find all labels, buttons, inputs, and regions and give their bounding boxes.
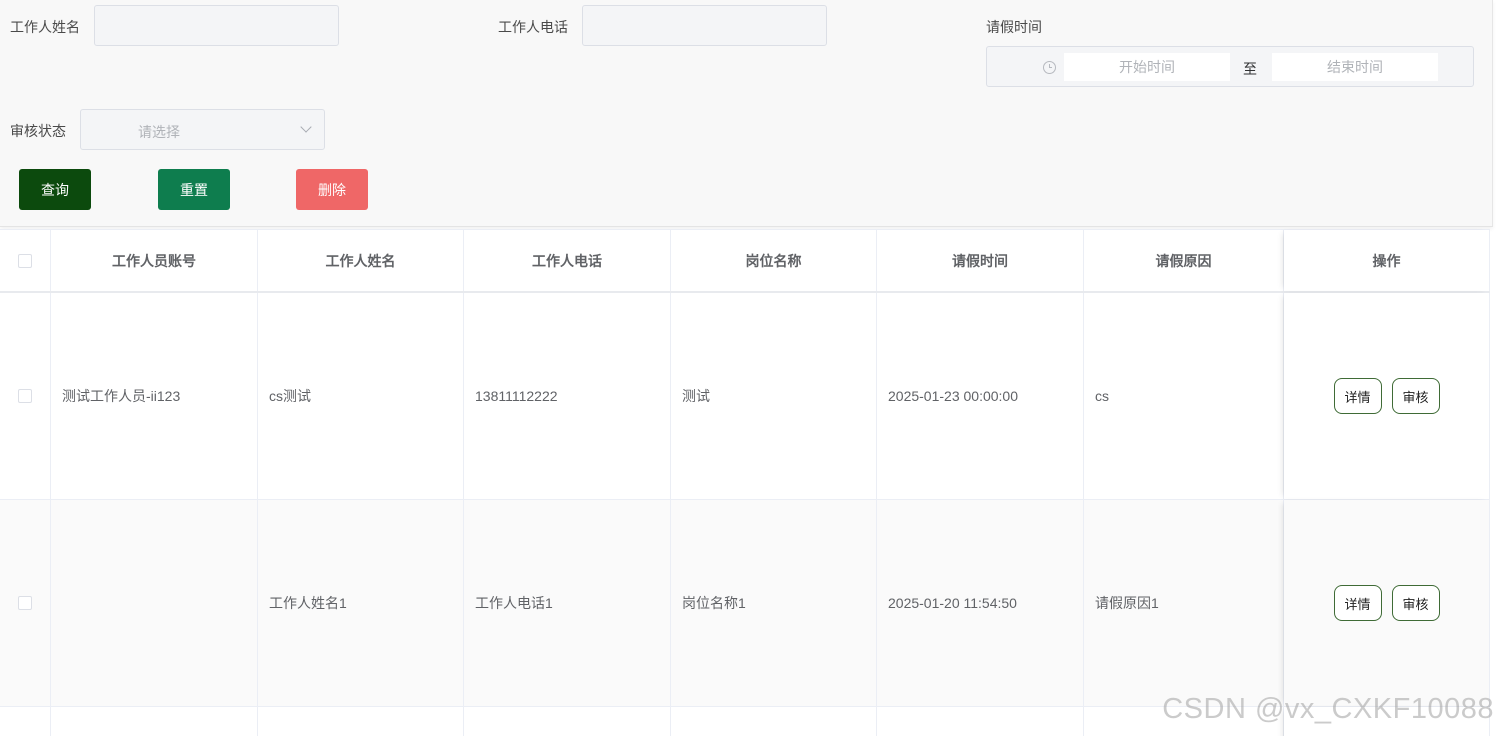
query-button[interactable]: 查询	[19, 169, 91, 210]
table-row: 工作人姓名1 工作人电话1 岗位名称1 2025-01-20 11:54:50 …	[0, 500, 1490, 707]
row-select-cell	[0, 293, 51, 499]
audit-status-label: 审核状态	[10, 123, 66, 139]
header-account: 工作人员账号	[51, 230, 258, 291]
leave-time-range-picker[interactable]: 开始时间 至 结束时间	[986, 46, 1474, 87]
cell-position: 岗位名称1	[671, 500, 877, 706]
reset-button[interactable]: 重置	[158, 169, 230, 210]
range-separator: 至	[1243, 61, 1257, 77]
header-name: 工作人姓名	[258, 230, 464, 291]
header-position: 岗位名称	[671, 230, 877, 291]
cell-position: 测试	[671, 293, 877, 499]
audit-button[interactable]: 审核	[1391, 585, 1440, 621]
search-panel: 工作人姓名 工作人电话 请假时间 开始时间 至 结束时间 审核状态 请选择 查询…	[0, 0, 1493, 227]
header-actions: 操作	[1284, 230, 1490, 291]
cell-phone	[464, 707, 671, 736]
row-select-cell	[0, 500, 51, 706]
cell-position	[671, 707, 877, 736]
cell-account	[51, 707, 258, 736]
table-header: 工作人员账号 工作人姓名 工作人电话 岗位名称 请假时间 请假原因 操作	[0, 229, 1490, 293]
cell-leave-time	[877, 707, 1084, 736]
worker-name-input[interactable]	[94, 5, 339, 46]
watermark: CSDN @vx_CXKF10088	[1162, 693, 1494, 725]
clock-icon	[1043, 61, 1056, 74]
cell-phone: 工作人电话1	[464, 500, 671, 706]
detail-button[interactable]: 详情	[1333, 585, 1382, 621]
table-row: 测试工作人员-ii123 cs测试 13811112222 测试 2025-01…	[0, 293, 1490, 500]
cell-name: cs测试	[258, 293, 464, 499]
audit-button[interactable]: 审核	[1391, 378, 1440, 414]
worker-name-label: 工作人姓名	[10, 19, 80, 35]
cell-reason: 请假原因1	[1084, 500, 1284, 706]
audit-status-select[interactable]: 请选择	[80, 109, 325, 150]
cell-leave-time: 2025-01-20 11:54:50	[877, 500, 1084, 706]
chevron-down-icon	[300, 121, 312, 133]
detail-button[interactable]: 详情	[1333, 378, 1382, 414]
cell-name	[258, 707, 464, 736]
cell-account	[51, 500, 258, 706]
header-reason: 请假原因	[1084, 230, 1284, 291]
worker-phone-input[interactable]	[582, 5, 827, 46]
row-checkbox[interactable]	[18, 389, 32, 403]
cell-actions: 详情 审核	[1284, 293, 1490, 499]
header-phone: 工作人电话	[464, 230, 671, 291]
audit-status-placeholder: 请选择	[138, 124, 180, 140]
start-time-input[interactable]: 开始时间	[1064, 53, 1230, 81]
cell-actions: 详情 审核	[1284, 500, 1490, 706]
cell-name: 工作人姓名1	[258, 500, 464, 706]
end-time-input[interactable]: 结束时间	[1272, 53, 1438, 81]
delete-button[interactable]: 删除	[296, 169, 368, 210]
worker-phone-label: 工作人电话	[498, 19, 568, 35]
cell-leave-time: 2025-01-23 00:00:00	[877, 293, 1084, 499]
row-select-cell	[0, 707, 51, 736]
cell-phone: 13811112222	[464, 293, 671, 499]
select-all-cell	[0, 230, 51, 291]
cell-account: 测试工作人员-ii123	[51, 293, 258, 499]
cell-reason: cs	[1084, 293, 1284, 499]
select-all-checkbox[interactable]	[18, 253, 32, 268]
row-checkbox[interactable]	[18, 596, 32, 610]
header-leave-time: 请假时间	[877, 230, 1084, 291]
leave-time-label: 请假时间	[986, 19, 1042, 35]
